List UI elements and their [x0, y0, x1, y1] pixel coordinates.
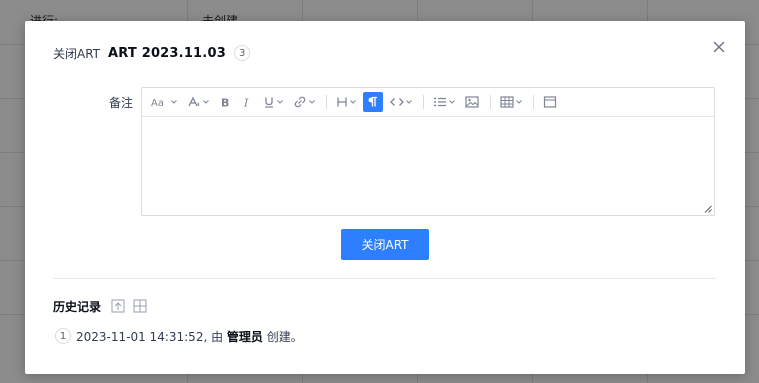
table-icon [500, 96, 514, 108]
toolbar-separator [423, 95, 424, 109]
color-icon [188, 96, 200, 107]
italic-button[interactable]: I [238, 92, 256, 112]
history-action: 创建。 [262, 329, 303, 344]
list-button[interactable] [430, 92, 458, 112]
toolbar-separator [326, 95, 327, 109]
history-sort-button[interactable] [111, 299, 125, 313]
dialog-header: 关闭ART ART 2023.11.03 3 [53, 43, 251, 63]
list-icon [434, 97, 446, 107]
chevron-down-icon [406, 100, 412, 104]
dialog-action-label: 关闭ART [53, 46, 101, 61]
close-button[interactable] [711, 39, 727, 55]
toolbar-separator [490, 95, 491, 109]
text-color-button[interactable] [184, 92, 212, 112]
svg-text:I: I [243, 97, 249, 109]
chevron-down-icon [449, 100, 455, 104]
chevron-down-icon [516, 100, 522, 104]
image-icon [465, 96, 479, 108]
history-actor: 管理员 [226, 329, 263, 344]
svg-text:Aa: Aa [151, 98, 164, 108]
italic-icon: I [243, 97, 249, 109]
chevron-down-icon [203, 100, 209, 104]
editor-toolbar: Aa B I [142, 88, 714, 117]
close-art-dialog: 关闭ART ART 2023.11.03 3 备注 Aa B I 关闭ART 历… [25, 21, 745, 374]
bold-button[interactable]: B [216, 92, 234, 112]
remark-textarea[interactable] [142, 117, 714, 215]
history-item: 1 2023-11-01 14:31:52, 由 管理员 创建。 [55, 327, 303, 345]
code-icon [390, 98, 404, 106]
code-button[interactable] [387, 92, 415, 112]
history-title: 历史记录 [53, 299, 102, 314]
chevron-down-icon [171, 100, 177, 104]
close-icon [713, 41, 725, 53]
heading-icon [337, 97, 347, 107]
history-timestamp: 2023-11-01 14:31:52, 由 [76, 329, 227, 344]
heading-button[interactable] [333, 92, 359, 112]
link-button[interactable] [290, 92, 318, 112]
font-size-icon: Aa [151, 98, 164, 108]
toolbar-separator [533, 95, 534, 109]
remark-label: 备注 [109, 96, 134, 110]
bold-icon: B [221, 97, 229, 109]
image-button[interactable] [462, 92, 482, 112]
fullscreen-icon [543, 96, 557, 108]
history-expand-button[interactable] [133, 299, 147, 313]
expand-all-icon [133, 299, 147, 313]
section-divider [53, 278, 716, 279]
sort-up-icon [111, 299, 125, 313]
fullscreen-button[interactable] [540, 92, 560, 112]
paragraph-button[interactable] [363, 92, 383, 112]
history-text: 2023-11-01 14:31:52, 由 管理员 创建。 [76, 328, 303, 345]
dialog-title: ART 2023.11.03 [108, 45, 226, 61]
resize-handle-icon[interactable] [704, 205, 712, 213]
chevron-down-icon [309, 100, 315, 104]
svg-text:B: B [221, 97, 229, 109]
chevron-down-icon [350, 100, 356, 104]
close-art-submit-button[interactable]: 关闭ART [341, 229, 429, 260]
chevron-down-icon [277, 100, 283, 104]
id-badge: 3 [233, 45, 251, 61]
history-header: 历史记录 [53, 297, 155, 315]
underline-button[interactable] [260, 92, 286, 112]
history-index-badge: 1 [55, 328, 71, 344]
remark-editor: Aa B I [141, 87, 715, 216]
link-icon [294, 96, 306, 108]
table-button[interactable] [497, 92, 525, 112]
paragraph-icon [368, 96, 377, 107]
underline-icon [265, 97, 273, 108]
font-size-button[interactable]: Aa [148, 92, 180, 112]
